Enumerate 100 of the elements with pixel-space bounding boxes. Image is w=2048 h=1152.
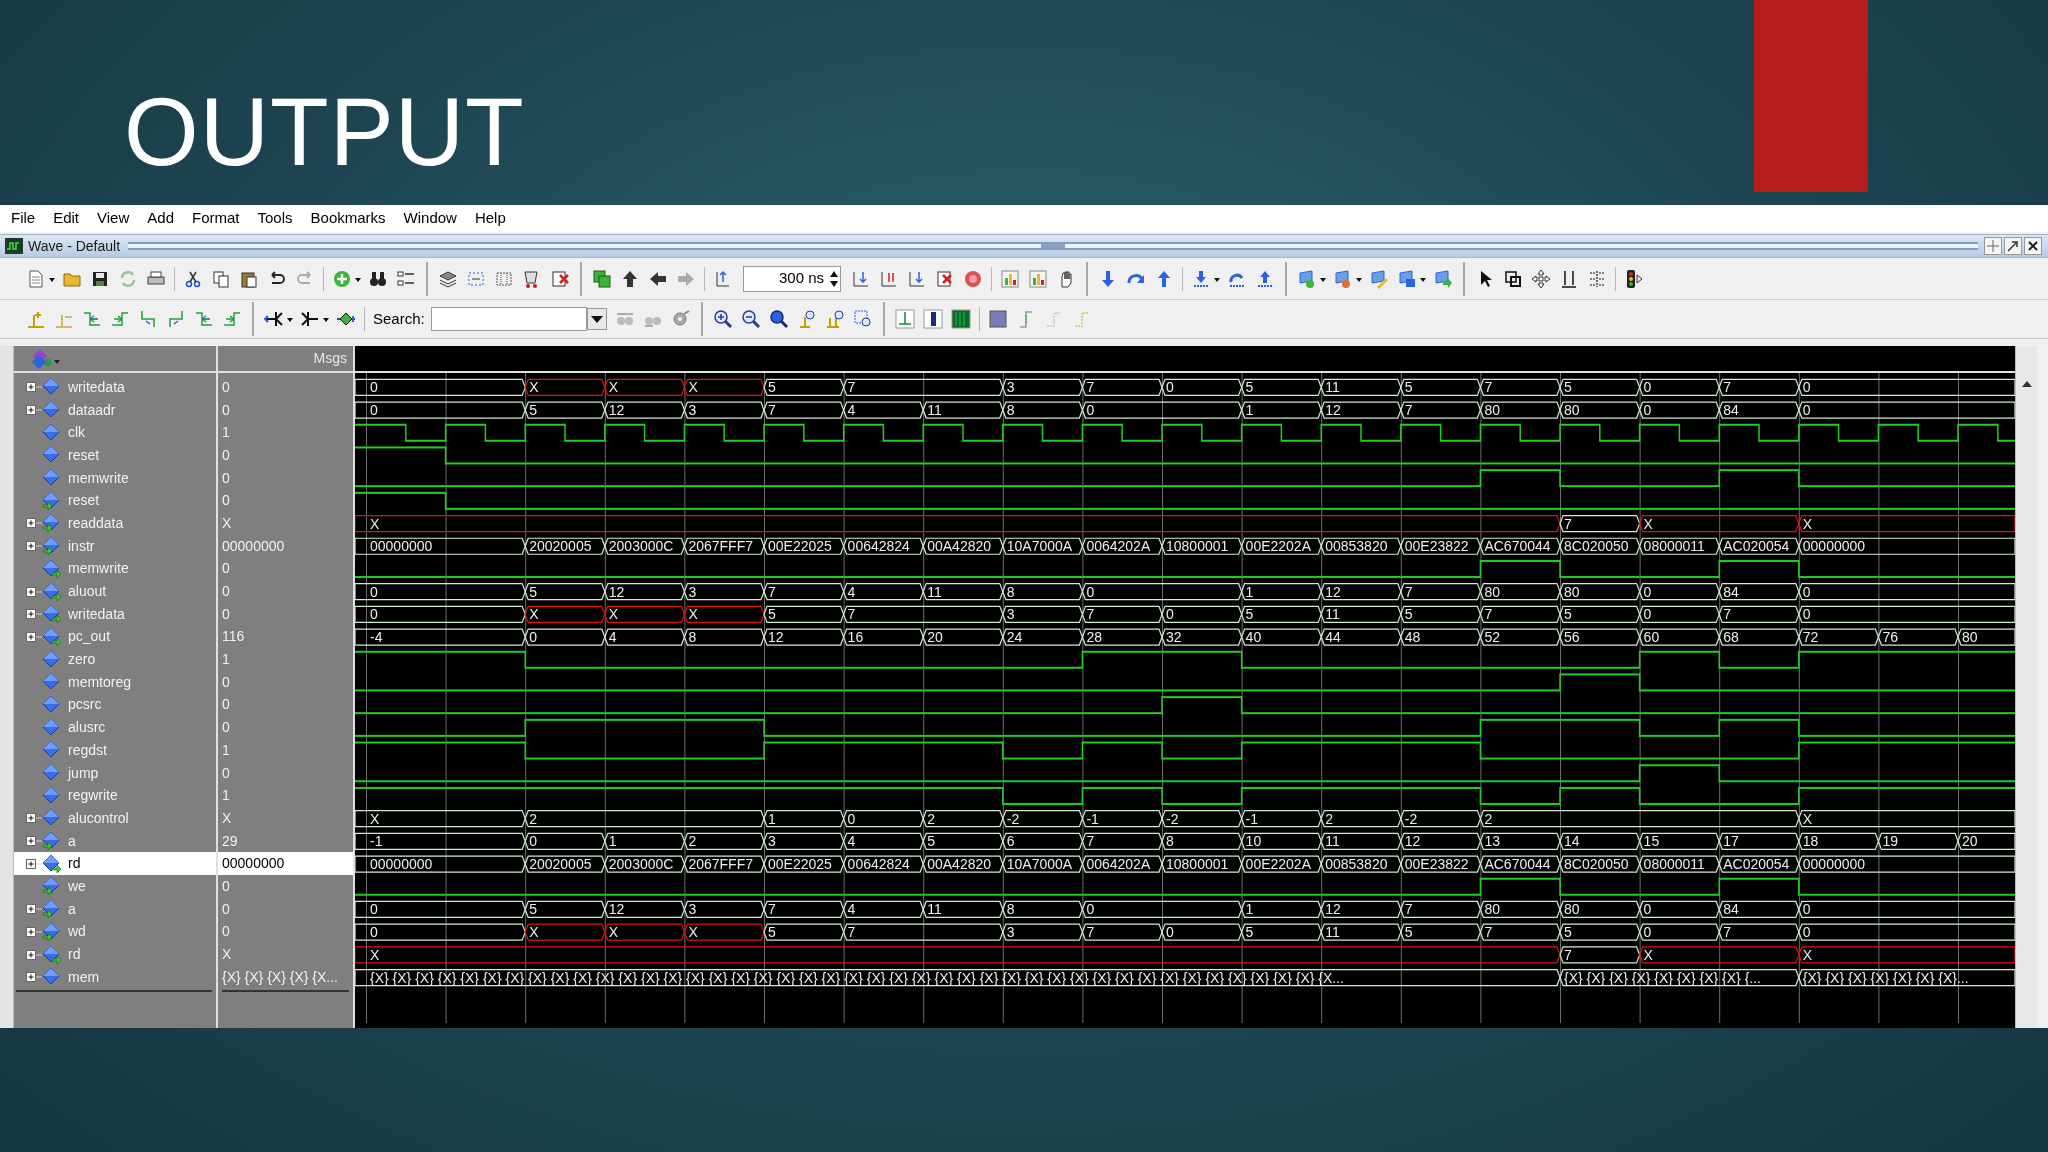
menu-item[interactable]: Bookmarks — [301, 205, 395, 232]
close-icon[interactable] — [2024, 237, 2042, 255]
list-icon[interactable] — [396, 268, 416, 289]
split-left-icon[interactable] — [264, 309, 284, 329]
chart-icon[interactable] — [1028, 268, 1048, 289]
signal-row[interactable]: wd — [14, 920, 216, 944]
copy-icon[interactable] — [211, 268, 231, 289]
menu-item[interactable]: Edit — [44, 205, 89, 232]
expand-icon[interactable] — [26, 630, 42, 643]
split-right-icon[interactable] — [300, 309, 320, 329]
zoom-box-icon[interactable] — [1503, 268, 1523, 289]
menu-item[interactable]: Add — [138, 205, 183, 232]
expand-icon[interactable] — [26, 404, 42, 417]
signal-row[interactable]: zero — [14, 648, 216, 671]
expand-icon[interactable] — [26, 925, 42, 938]
delete-list-icon[interactable] — [550, 268, 570, 289]
edge-left-icon[interactable] — [194, 309, 214, 329]
pencil-flag-icon[interactable] — [1369, 268, 1389, 289]
bus-value: 3 — [688, 583, 697, 600]
signal-row[interactable]: a — [14, 829, 216, 853]
undock-icon[interactable] — [2004, 237, 2022, 255]
move-icon[interactable] — [1531, 268, 1551, 289]
striped-bar-icon[interactable] — [950, 309, 971, 329]
signal-row[interactable]: instr — [14, 534, 216, 558]
expand-icon[interactable] — [26, 608, 42, 621]
signal-row[interactable]: we — [14, 875, 216, 898]
expand-icon[interactable] — [26, 971, 42, 984]
signal-row[interactable]: pcsrc — [14, 693, 216, 717]
signal-row[interactable]: alusrc — [14, 716, 216, 739]
signal-value: 1 — [222, 423, 230, 443]
expand-icon[interactable] — [26, 540, 42, 553]
dropdown-icon[interactable] — [586, 308, 607, 330]
menu-item[interactable]: Help — [465, 205, 515, 232]
flag-icon[interactable] — [1297, 268, 1317, 289]
chart-icon[interactable] — [1000, 268, 1020, 289]
selected-signal-row[interactable]: rd — [14, 852, 216, 876]
signal-row[interactable]: writedata — [14, 376, 216, 399]
diamond-arrow-icon — [42, 490, 62, 511]
edge-left-icon[interactable] — [82, 309, 102, 329]
signal-row[interactable]: clk — [14, 421, 216, 445]
run-length-field[interactable]: 300 ns — [743, 265, 841, 292]
expand-icon[interactable] — [26, 948, 42, 961]
menu-item[interactable]: Window — [394, 205, 466, 232]
search-field[interactable] — [430, 307, 587, 331]
scrollbar[interactable] — [2015, 346, 2037, 1028]
expand-icon[interactable] — [26, 835, 42, 848]
overlapping-squares-icon[interactable] — [592, 268, 612, 289]
signal-row[interactable]: dataadr — [14, 398, 216, 422]
save-flag-icon[interactable] — [1397, 268, 1417, 289]
bus-value: 3 — [1006, 924, 1015, 941]
expand-icon[interactable] — [26, 517, 42, 530]
traffic-light-icon[interactable] — [1624, 268, 1644, 289]
down-dots-icon[interactable] — [1191, 268, 1211, 289]
signal-row[interactable]: writedata — [14, 602, 216, 626]
diamond-icon — [42, 785, 62, 806]
columns-icon[interactable] — [1587, 268, 1607, 289]
two-bars-icon[interactable] — [1559, 268, 1579, 289]
signal-row[interactable]: readdata — [14, 512, 216, 535]
signal-row[interactable]: a — [14, 897, 216, 921]
zoom-in-icon[interactable] — [712, 309, 733, 329]
flag-dot-icon[interactable] — [1333, 268, 1353, 289]
expand-icon[interactable] — [26, 381, 42, 394]
signal-row[interactable]: alucontrol — [14, 807, 216, 830]
bus-value: 20020005 — [529, 856, 592, 873]
signal-value: X — [222, 513, 232, 533]
menu-item[interactable]: File — [2, 205, 45, 232]
expand-icon[interactable] — [26, 585, 42, 598]
bar-icon[interactable] — [922, 309, 943, 329]
expand-icon[interactable] — [26, 857, 42, 870]
menu-item[interactable]: View — [88, 205, 139, 232]
signal-row[interactable]: reset — [14, 444, 216, 467]
signal-row[interactable]: aluout — [14, 580, 216, 603]
zoom-full-icon[interactable] — [768, 309, 789, 329]
zoom-region-icon[interactable] — [852, 309, 873, 329]
expand-icon[interactable] — [26, 903, 42, 916]
signal-row[interactable]: reset — [14, 489, 216, 513]
signal-row[interactable]: mem — [14, 965, 216, 989]
signal-row[interactable]: rd — [14, 943, 216, 966]
gear-find-icon[interactable] — [670, 309, 691, 329]
edge-right-icon[interactable] — [222, 309, 242, 329]
edge-right-icon[interactable] — [110, 309, 130, 329]
signal-row[interactable]: memwrite — [14, 557, 216, 581]
zoom-out-icon[interactable] — [740, 309, 761, 329]
signal-row[interactable]: regdst — [14, 739, 216, 762]
signal-value: 0 — [222, 604, 230, 624]
signal-row[interactable]: regwrite — [14, 784, 216, 808]
expand-icon[interactable] — [26, 812, 42, 825]
signal-row[interactable]: pc_out — [14, 625, 216, 649]
stop-x-icon[interactable] — [935, 268, 955, 289]
menu-item[interactable]: Format — [183, 205, 249, 232]
signal-row[interactable]: memwrite — [14, 466, 216, 490]
ring-icon[interactable] — [963, 268, 983, 289]
zoom-cursors-icon[interactable] — [824, 309, 845, 329]
bus-value: 4 — [847, 833, 856, 850]
menu-item[interactable]: Tools — [248, 205, 302, 232]
flag-arrow-icon[interactable] — [1433, 268, 1453, 289]
signal-row[interactable]: jump — [14, 761, 216, 785]
signal-row[interactable]: memtoreg — [14, 670, 216, 694]
wave-block-icon[interactable] — [987, 309, 1008, 329]
bus-value: 32 — [1166, 629, 1182, 646]
